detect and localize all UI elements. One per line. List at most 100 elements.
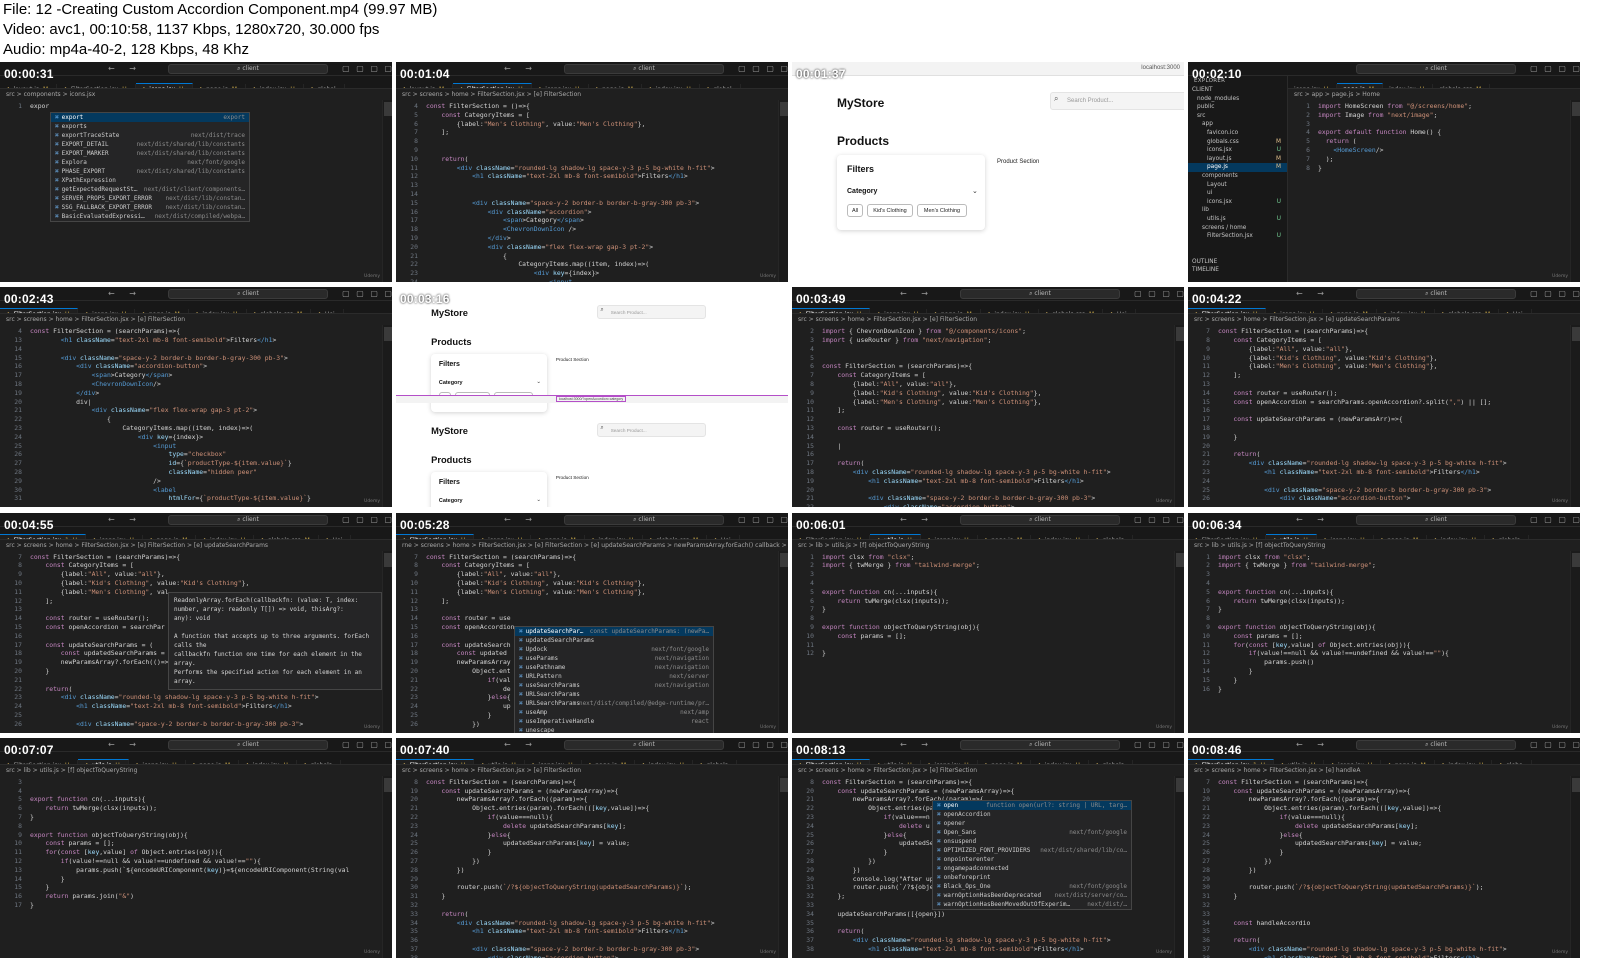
- back-forward-arrows[interactable]: ← →: [108, 515, 142, 524]
- minimap-viewport[interactable]: [1176, 552, 1184, 567]
- command-search-input[interactable]: ⌕ client: [168, 64, 328, 74]
- explorer-item[interactable]: FilterSection.jsx U: [1188, 232, 1287, 241]
- explorer-item[interactable]: Layout: [1188, 181, 1287, 190]
- suggestion-item[interactable]: ⌘ warnOptionHasBeenMovedOutOfExperim… next…: [933, 900, 1131, 909]
- minimap[interactable]: [382, 325, 392, 508]
- autocomplete-suggestions[interactable]: ⌘ updateSearchPar… const updateSearchParam…: [514, 625, 714, 733]
- breadcrumb[interactable]: src > lib > utils.js > [f] objectToQuery…: [1188, 539, 1580, 551]
- breadcrumb[interactable]: src > screens > home > FilterSection.jsx…: [1188, 764, 1580, 776]
- explorer-item[interactable]: [1188, 249, 1287, 258]
- minimap-viewport[interactable]: [384, 327, 392, 342]
- category-chip[interactable]: Men's Clothing: [917, 204, 967, 217]
- back-forward-arrows[interactable]: ← →: [1296, 740, 1330, 749]
- back-forward-arrows[interactable]: ← →: [504, 740, 538, 749]
- suggestion-item[interactable]: ⌘ EXPORT_DETAIL next/dist/shared/lib/const…: [51, 140, 249, 149]
- category-accordion-button[interactable]: Category: [439, 498, 463, 504]
- suggestion-item[interactable]: ⌘ exportTraceState next/dist/trace: [51, 131, 249, 140]
- explorer-item[interactable]: src: [1188, 112, 1287, 121]
- command-search-input[interactable]: ⌕ client: [168, 514, 328, 525]
- back-forward-arrows[interactable]: ← →: [108, 64, 142, 73]
- back-forward-arrows[interactable]: ← →: [900, 515, 934, 524]
- breadcrumb[interactable]: src > screens > home > FilterSection.jsx…: [0, 539, 392, 551]
- suggestion-item[interactable]: ⌘ unescape: [515, 726, 713, 733]
- command-search-input[interactable]: ⌕ client: [960, 289, 1120, 300]
- suggestion-item[interactable]: ⌘ EXPORT_MARKER next/dist/shared/lib/const…: [51, 149, 249, 158]
- code-editor[interactable]: 2 import { ChevronDownIcon } from "@/comp…: [792, 325, 1182, 507]
- suggestion-item[interactable]: ⌘ getExpectedRequestSt… next/dist/client/c…: [51, 185, 249, 194]
- back-forward-arrows[interactable]: ← →: [108, 740, 142, 749]
- suggestion-item[interactable]: ⌘ BasicEvaluatedExpressi… next/dist/compil…: [51, 212, 249, 221]
- code-editor[interactable]: 3 4 5 export function cn(...inputs){6 retur…: [0, 776, 390, 958]
- explorer-item[interactable]: [1188, 241, 1287, 250]
- suggestion-item[interactable]: ⌘ URLPattern next/server: [515, 672, 713, 681]
- chevron-down-icon[interactable]: ⌄: [536, 497, 541, 503]
- store-brand[interactable]: MyStore: [837, 96, 884, 110]
- suggestion-item[interactable]: ⌘ useSearchParams next/navigation: [515, 681, 713, 690]
- minimap-viewport[interactable]: [780, 102, 788, 116]
- back-forward-arrows[interactable]: ← →: [1296, 515, 1330, 524]
- explorer-item[interactable]: page.js M: [1188, 163, 1287, 172]
- product-search-input[interactable]: Search Product...: [597, 422, 707, 437]
- chevron-down-icon[interactable]: ⌄: [972, 187, 978, 195]
- command-search-input[interactable]: ⌕ client: [168, 739, 328, 750]
- explorer-item[interactable]: node_modules: [1188, 95, 1287, 104]
- breadcrumb[interactable]: src > lib > utils.js > [f] objectToQuery…: [0, 764, 392, 776]
- suggestion-item[interactable]: ⌘ onbeforeprint: [933, 873, 1131, 882]
- explorer-item[interactable]: utils.js U: [1188, 215, 1287, 224]
- minimap-viewport[interactable]: [1572, 327, 1580, 342]
- explorer-item[interactable]: icons.jsx U: [1188, 146, 1287, 155]
- layout-controls[interactable]: ▢ ▢ ▢ ▢: [1530, 515, 1580, 524]
- explorer-item[interactable]: public: [1188, 103, 1287, 112]
- code-editor[interactable]: 7 const FilterSection = (searchParams)=>{…: [1188, 776, 1578, 958]
- breadcrumb[interactable]: rne > screens > home > FilterSection.jsx…: [396, 539, 788, 551]
- layout-controls[interactable]: ▢ ▢ ▢ ▢: [738, 515, 788, 524]
- explorer-item[interactable]: favicon.ico: [1188, 129, 1287, 138]
- minimap[interactable]: [1174, 325, 1184, 508]
- suggestion-item[interactable]: ⌘ Open_Sans next/font/google: [933, 828, 1131, 837]
- suggestion-item[interactable]: ⌘ SERVER_PROPS_EXPORT_ERROR next/dist/lib/…: [51, 194, 249, 203]
- address-bar[interactable]: localhost:3000: [1141, 65, 1180, 71]
- explorer-item[interactable]: components: [1188, 172, 1287, 181]
- code-editor[interactable]: 8 const FilterSection = (searchParams)=>{…: [396, 776, 786, 958]
- product-search-input[interactable]: Search Product...: [1050, 92, 1184, 110]
- layout-controls[interactable]: ▢ ▢ ▢ ▢: [738, 64, 788, 73]
- autocomplete-suggestions[interactable]: ⌘ export export ⌘ exports ⌘ exportTraceState ne…: [50, 112, 250, 222]
- suggestion-item[interactable]: ⌘ useParams next/navigation: [515, 654, 713, 663]
- breadcrumb[interactable]: src > lib > utils.js > [f] objectToQuery…: [792, 539, 1184, 551]
- minimap-viewport[interactable]: [1572, 777, 1580, 792]
- layout-controls[interactable]: ▢ ▢ ▢ ▢: [342, 64, 392, 73]
- minimap-viewport[interactable]: [1176, 777, 1184, 792]
- minimap[interactable]: [1570, 550, 1580, 733]
- suggestion-item[interactable]: ⌘ open function open(url?: string | URL, t…: [933, 800, 1131, 810]
- category-chip[interactable]: All: [847, 204, 863, 217]
- suggestion-item[interactable]: ⌘ SSG_FALLBACK_EXPORT_ERROR next/dist/lib/…: [51, 203, 249, 212]
- layout-controls[interactable]: ▢ ▢ ▢ ▢: [1134, 289, 1184, 298]
- breadcrumb[interactable]: src > screens > home > FilterSection.jsx…: [792, 764, 1184, 776]
- breadcrumb[interactable]: src > screens > home > FilterSection.jsx…: [396, 89, 788, 100]
- suggestion-item[interactable]: ⌘ exports: [51, 122, 249, 131]
- explorer-item[interactable]: layout.js M: [1188, 155, 1287, 164]
- product-search-input[interactable]: Search Product...: [597, 304, 707, 319]
- minimap-viewport[interactable]: [384, 102, 392, 116]
- command-search-input[interactable]: ⌕ client: [1356, 289, 1516, 300]
- suggestion-item[interactable]: ⌘ useImperativeHandle react: [515, 717, 713, 726]
- code-editor[interactable]: 1 import HomeScreen from "@/screens/home"…: [1288, 100, 1578, 282]
- suggestion-item[interactable]: ⌘ useAmp next/amp: [515, 708, 713, 717]
- suggestion-item[interactable]: ⌘ XPathExpression: [51, 176, 249, 185]
- layout-controls[interactable]: ▢ ▢ ▢ ▢: [1530, 64, 1580, 73]
- explorer-item[interactable]: screens / home: [1188, 224, 1287, 233]
- breadcrumb[interactable]: src > app > page.js > Home: [1288, 89, 1580, 100]
- breadcrumb[interactable]: src > screens > home > FilterSection.jsx…: [1188, 314, 1580, 326]
- back-forward-arrows[interactable]: ← →: [504, 515, 538, 524]
- suggestion-item[interactable]: ⌘ openAccordion: [933, 810, 1131, 819]
- minimap[interactable]: [382, 550, 392, 733]
- suggestion-item[interactable]: ⌘ usePathname next/navigation: [515, 663, 713, 672]
- minimap[interactable]: [1174, 775, 1184, 958]
- minimap-viewport[interactable]: [384, 552, 392, 567]
- minimap-viewport[interactable]: [1572, 102, 1580, 116]
- minimap[interactable]: [1570, 100, 1580, 282]
- code-editor[interactable]: 4 const FilterSection = ()=>{5 const Cate…: [396, 100, 786, 282]
- minimap-viewport[interactable]: [1572, 552, 1580, 567]
- layout-controls[interactable]: ▢ ▢ ▢ ▢: [738, 740, 788, 749]
- layout-controls[interactable]: ▢ ▢ ▢ ▢: [1530, 740, 1580, 749]
